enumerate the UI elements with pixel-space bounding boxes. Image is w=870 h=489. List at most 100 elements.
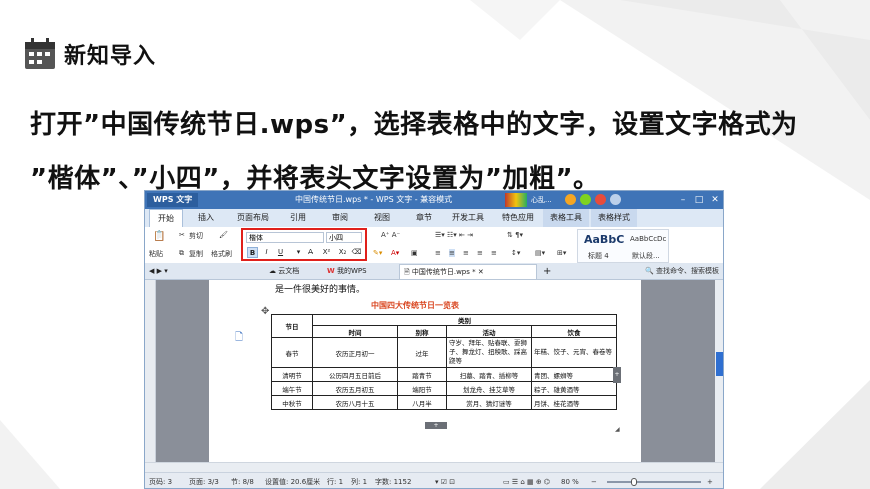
style-gallery[interactable]: AaBbC AaBbCcDc 标题 4 默认段... [577, 229, 669, 263]
status-icons[interactable]: ▾ ☑ ⊡ [435, 473, 455, 488]
cut-icon[interactable]: ✂ [179, 231, 185, 239]
format-painter-button[interactable]: 格式刷 [211, 249, 232, 259]
shading-icon[interactable]: ▤▾ [535, 249, 545, 257]
bullets-icon[interactable]: ☰▾ ☷▾ ⇤ ⇥ [435, 231, 473, 239]
clear-format-icon[interactable]: ⌫ [351, 247, 362, 258]
sort-icon[interactable]: ⇅ ¶▾ [507, 231, 523, 239]
strikethrough-icon[interactable]: A̶ [305, 247, 316, 258]
cell-food[interactable]: 粽子、雄黄酒等 [531, 381, 617, 396]
zoom-slider[interactable] [607, 481, 701, 483]
cell-food[interactable]: 月饼、桂花酒等 [531, 395, 617, 410]
menu-table-tools[interactable]: 表格工具 [543, 209, 589, 227]
add-column-button[interactable]: + [613, 367, 621, 383]
format-painter-icon[interactable]: 🖌 [219, 231, 228, 239]
menu-review[interactable]: 审阅 [323, 209, 357, 227]
superscript-button[interactable]: X² [321, 247, 332, 258]
menu-dev-tools[interactable]: 开发工具 [445, 209, 491, 227]
color-icon[interactable] [580, 194, 591, 205]
justify-icon[interactable]: ≡ [477, 249, 483, 257]
tab-document[interactable]: 🗎 中国传统节日.wps * ✕ [399, 264, 537, 279]
scrollbar-thumb[interactable] [716, 352, 723, 376]
cell-festival[interactable]: 春节 [271, 337, 313, 368]
header-activity[interactable]: 活动 [446, 325, 532, 338]
chevron-down-icon[interactable]: ▾ [293, 247, 304, 258]
search-command[interactable]: 🔍 查找命令、搜索模板 [645, 264, 719, 278]
table-resize-icon[interactable]: ◢ [615, 426, 620, 433]
close-icon[interactable]: ✕ [707, 191, 723, 209]
zoom-slider-knob[interactable] [631, 478, 637, 486]
menu-insert[interactable]: 插入 [189, 209, 223, 227]
cell-activity[interactable]: 划龙舟、挂艾草等 [446, 381, 532, 396]
line-spacing-icon[interactable]: ↕▾ [511, 249, 520, 257]
header-food[interactable]: 饮食 [531, 325, 617, 338]
cell-alias[interactable]: 过年 [397, 337, 447, 368]
header-alias[interactable]: 别称 [397, 325, 447, 338]
highlight-icon[interactable]: ✎▾ [373, 249, 382, 257]
cell-activity[interactable]: 扫墓、踏青、插柳等 [446, 367, 532, 382]
align-left-icon[interactable]: ≡ [435, 249, 441, 257]
cell-alias[interactable]: 八月半 [397, 395, 447, 410]
zoom-level[interactable]: 80 % [561, 473, 579, 488]
tab-cloud-docs[interactable]: ☁ 云文档 [265, 264, 315, 279]
cell-time[interactable]: 农历八月十五 [312, 395, 398, 410]
style-preview-default[interactable]: AaBbCcDc [630, 235, 666, 243]
copy-icon[interactable]: ⧉ [179, 249, 184, 258]
align-right-icon[interactable]: ≡ [463, 249, 469, 257]
skin-icon[interactable] [565, 194, 576, 205]
cell-alias[interactable]: 端阳节 [397, 381, 447, 396]
copy-button[interactable]: 复制 [189, 249, 203, 259]
minimize-icon[interactable]: – [675, 191, 691, 209]
tab-close-icon[interactable]: ✕ [478, 268, 484, 276]
tab-my-wps[interactable]: W 我的WPS [323, 264, 381, 279]
align-center-icon[interactable]: ≡ [449, 249, 455, 257]
cell-time[interactable]: 公历四月五日前后 [312, 367, 398, 382]
paste-button[interactable]: 粘贴 [149, 249, 163, 259]
promo-text[interactable]: 心乱... [531, 191, 552, 209]
tab-nav-icons[interactable]: ◀ ▶ ▾ [145, 264, 255, 279]
vertical-scrollbar[interactable] [715, 280, 723, 462]
cell-festival[interactable]: 清明节 [271, 367, 313, 382]
promo-banner-icon[interactable] [505, 193, 527, 207]
header-category[interactable]: 类别 [312, 314, 617, 326]
maximize-icon[interactable]: □ [691, 191, 707, 209]
menu-page-layout[interactable]: 页面布局 [231, 209, 275, 227]
underline-button[interactable]: U [275, 247, 286, 258]
menu-special[interactable]: 特色应用 [495, 209, 541, 227]
paste-icon[interactable]: 📋 [153, 231, 165, 242]
menu-home[interactable]: 开始 [149, 209, 183, 227]
cell-food[interactable]: 青团、螺蛳等 [531, 367, 617, 382]
heart-icon[interactable] [595, 194, 606, 205]
bold-button[interactable]: B [247, 247, 258, 258]
settings-icon[interactable] [610, 194, 621, 205]
page-marker-icon[interactable]: 🗋 [235, 330, 243, 347]
wps-app-button[interactable]: WPS 文字 [147, 193, 199, 207]
header-time[interactable]: 时间 [312, 325, 398, 338]
italic-button[interactable]: I [261, 247, 272, 258]
cell-activity[interactable]: 赏月、猜灯谜等 [446, 395, 532, 410]
table-move-handle-icon[interactable]: ✥ [261, 306, 269, 317]
cell-alias[interactable]: 踏青节 [397, 367, 447, 382]
cell-festival[interactable]: 端午节 [271, 381, 313, 396]
menu-chapter[interactable]: 章节 [407, 209, 441, 227]
cell-time[interactable]: 农历五月初五 [312, 381, 398, 396]
menu-references[interactable]: 引用 [281, 209, 315, 227]
view-mode-icons[interactable]: ▭ ☰ ⌂ ▦ ⊕ ⌬ [503, 473, 550, 488]
style-preview-heading4[interactable]: AaBbC [584, 233, 624, 246]
cell-activity[interactable]: 守岁、拜年、贴春联、耍狮子、舞龙灯、扭秧歌、踩高跷等 [446, 337, 532, 368]
cell-festival[interactable]: 中秋节 [271, 395, 313, 410]
cell-time[interactable]: 农历正月初一 [312, 337, 398, 368]
zoom-out-icon[interactable]: − [591, 473, 597, 488]
font-color-icon[interactable]: A▾ [391, 249, 399, 257]
menu-table-style[interactable]: 表格样式 [591, 209, 637, 227]
subscript-button[interactable]: X₂ [337, 247, 348, 258]
char-border-icon[interactable]: ▣ [411, 249, 418, 257]
distribute-icon[interactable]: ≡ [491, 249, 497, 257]
menu-view[interactable]: 视图 [365, 209, 399, 227]
zoom-in-icon[interactable]: + [707, 473, 713, 488]
border-icon[interactable]: ⊞▾ [557, 249, 566, 257]
cell-food[interactable]: 年糕、饺子、元宵、春卷等 [531, 337, 617, 368]
add-row-button[interactable]: + [425, 422, 447, 429]
new-tab-icon[interactable]: + [539, 264, 553, 279]
font-grow-icon[interactable]: A⁺ A⁻ [381, 231, 400, 239]
font-name-select[interactable]: 楷体 [246, 232, 324, 243]
